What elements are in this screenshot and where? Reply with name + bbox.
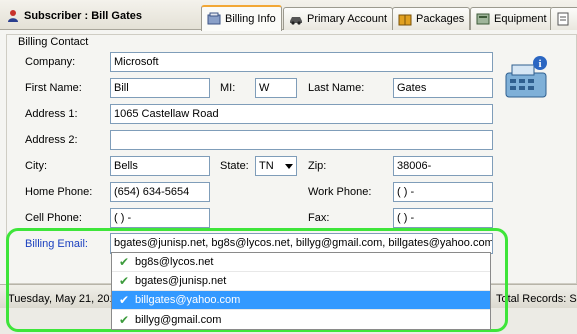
home-phone-label: Home Phone: xyxy=(25,186,93,198)
svg-text:i: i xyxy=(538,58,541,70)
tab-label: Billing Info xyxy=(225,13,276,25)
billing-contact-label: Billing Contact xyxy=(16,36,91,48)
tab-more[interactable] xyxy=(550,7,577,30)
first-name-label: First Name: xyxy=(25,82,82,94)
work-phone-field[interactable]: ( ) - xyxy=(393,182,493,202)
package-icon xyxy=(398,14,412,26)
mi-field[interactable]: W xyxy=(255,78,297,98)
tab-equipment[interactable]: Equipment xyxy=(470,7,553,30)
mi-label: MI: xyxy=(220,82,236,94)
window-title: Subscriber : Bill Gates xyxy=(6,8,142,24)
list-item[interactable]: ✔ billyg@gmail.com xyxy=(112,310,490,329)
last-name-label: Last Name: xyxy=(308,82,365,94)
list-item[interactable]: ✔ bg8s@lycos.net xyxy=(112,253,490,272)
tab-label: Primary Account xyxy=(307,13,388,25)
billing-icon xyxy=(207,12,221,25)
state-label: State: xyxy=(220,160,249,172)
company-field[interactable]: Microsoft xyxy=(110,52,493,72)
subscriber-icon xyxy=(8,10,18,22)
checkmark-icon: ✔ xyxy=(119,293,130,307)
first-name-field[interactable]: Bill xyxy=(110,78,210,98)
tab-label: Equipment xyxy=(494,13,547,25)
tab-billing-info[interactable]: Billing Info xyxy=(201,5,282,31)
fax-label: Fax: xyxy=(308,212,330,224)
work-phone-label: Work Phone: xyxy=(308,186,372,198)
home-phone-field[interactable]: (654) 634-5654 xyxy=(110,182,210,202)
address1-field[interactable]: 1065 Castellaw Road xyxy=(110,104,493,124)
cell-phone-label: Cell Phone: xyxy=(25,212,82,224)
tab-strip: Subscriber : Bill Gates Billing Info Pri… xyxy=(0,0,577,31)
list-item-selected[interactable]: ✔ billgates@yahoo.com xyxy=(112,291,490,310)
suggestion-label: billyg@gmail.com xyxy=(135,313,222,326)
company-label: Company: xyxy=(25,56,76,68)
window-title-text: Subscriber : Bill Gates xyxy=(24,10,142,22)
address2-field[interactable] xyxy=(110,130,493,150)
status-total-records: Total Records: Sc xyxy=(496,293,577,305)
city-label: City: xyxy=(25,160,47,172)
tab-packages[interactable]: Packages xyxy=(392,7,471,30)
tab-primary-account[interactable]: Primary Account xyxy=(283,7,394,30)
fax-field[interactable]: ( ) - xyxy=(393,208,493,228)
suggestion-label: bgates@junisp.net xyxy=(135,275,227,287)
checkmark-icon: ✔ xyxy=(119,274,130,288)
zip-label: Zip: xyxy=(308,160,327,172)
state-select[interactable]: TN xyxy=(255,156,297,176)
cash-register-icon: i xyxy=(505,56,547,98)
state-value: TN xyxy=(259,160,274,172)
checkmark-icon: ✔ xyxy=(119,255,130,269)
car-icon xyxy=(290,17,302,25)
tab-label: Packages xyxy=(416,13,465,25)
equipment-icon xyxy=(476,13,490,25)
checkmark-icon: ✔ xyxy=(119,312,130,327)
address2-label: Address 2: xyxy=(25,134,78,146)
email-suggestion-list[interactable]: ✔ bg8s@lycos.net ✔ bgates@junisp.net ✔ b… xyxy=(111,252,491,330)
zip-field[interactable]: 38006- xyxy=(393,156,493,176)
suggestion-label: billgates@yahoo.com xyxy=(135,294,241,306)
suggestion-label: bg8s@lycos.net xyxy=(135,256,214,268)
document-icon xyxy=(557,12,569,26)
city-field[interactable]: Bells xyxy=(110,156,210,176)
last-name-field[interactable]: Gates xyxy=(393,78,493,98)
cell-phone-field[interactable]: ( ) - xyxy=(110,208,210,228)
list-item[interactable]: ✔ bgates@junisp.net xyxy=(112,272,490,291)
chevron-down-icon[interactable] xyxy=(285,163,293,169)
address1-label: Address 1: xyxy=(25,108,78,120)
